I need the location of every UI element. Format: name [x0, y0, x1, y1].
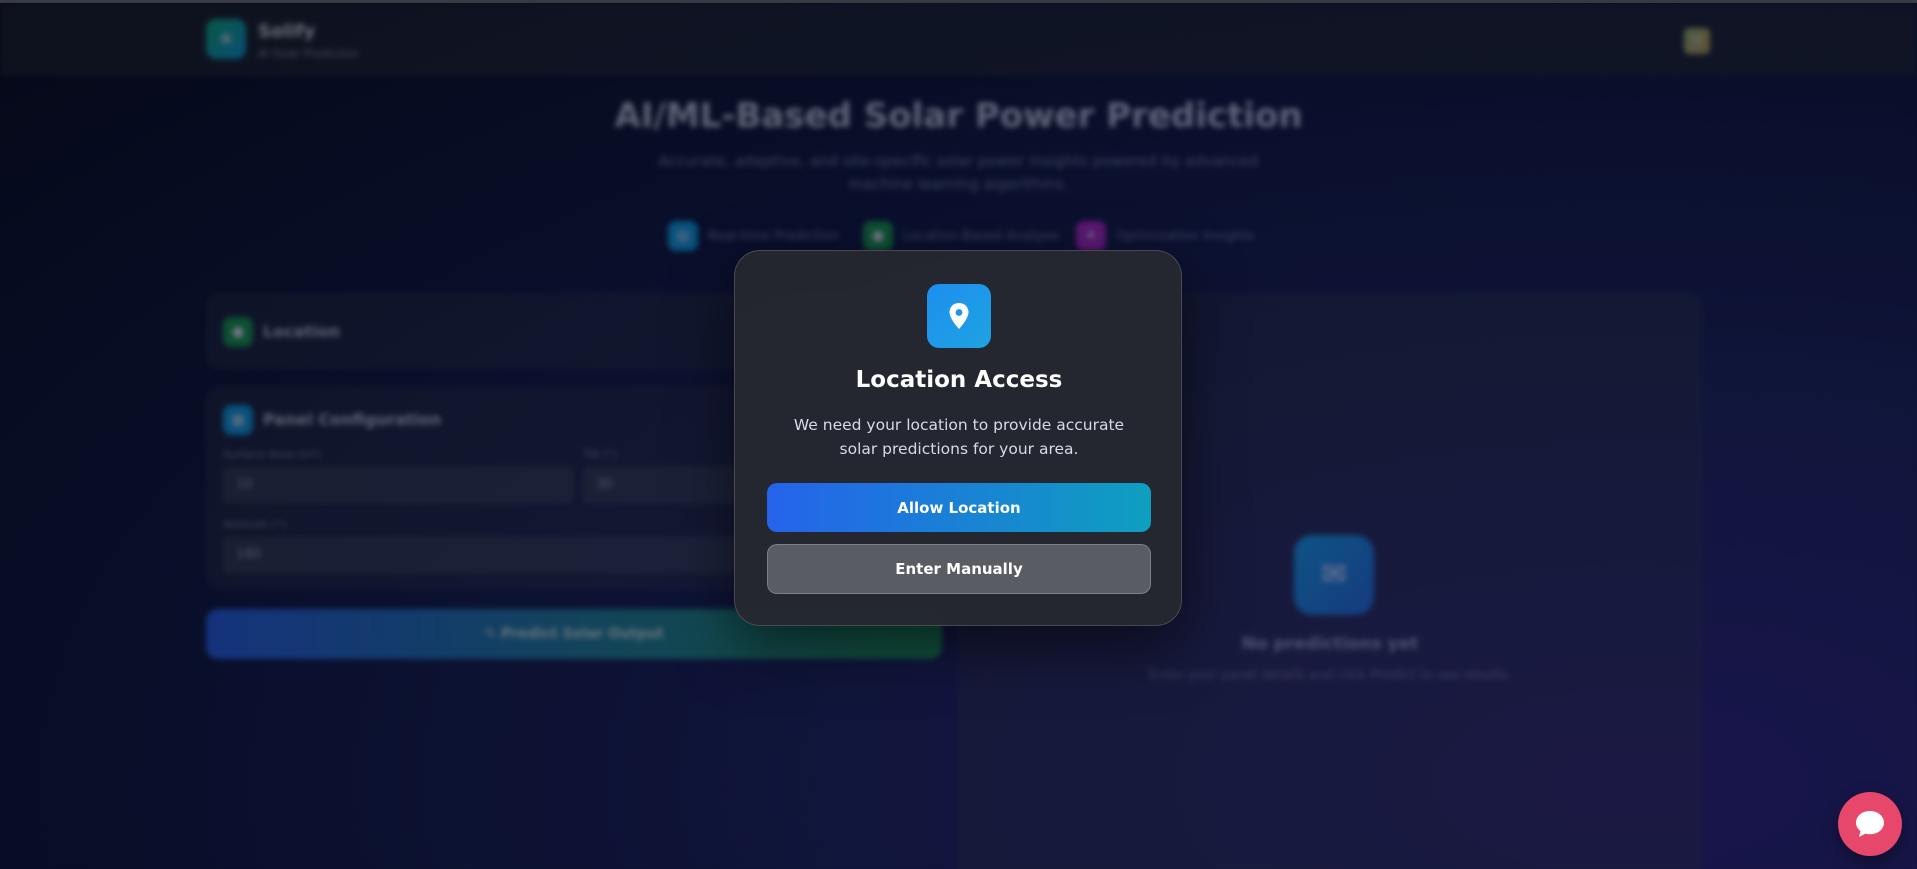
location-access-modal: Location Access We need your location to…: [734, 250, 1182, 626]
chat-bubble-icon: [1856, 811, 1884, 837]
location-pin-icon: [927, 284, 991, 348]
allow-location-button[interactable]: Allow Location: [767, 483, 1151, 532]
chat-button[interactable]: [1838, 792, 1902, 856]
modal-description: We need your location to provide accurat…: [793, 416, 1125, 458]
modal-title: Location Access: [855, 367, 1063, 393]
enter-manually-button[interactable]: Enter Manually: [767, 544, 1151, 594]
